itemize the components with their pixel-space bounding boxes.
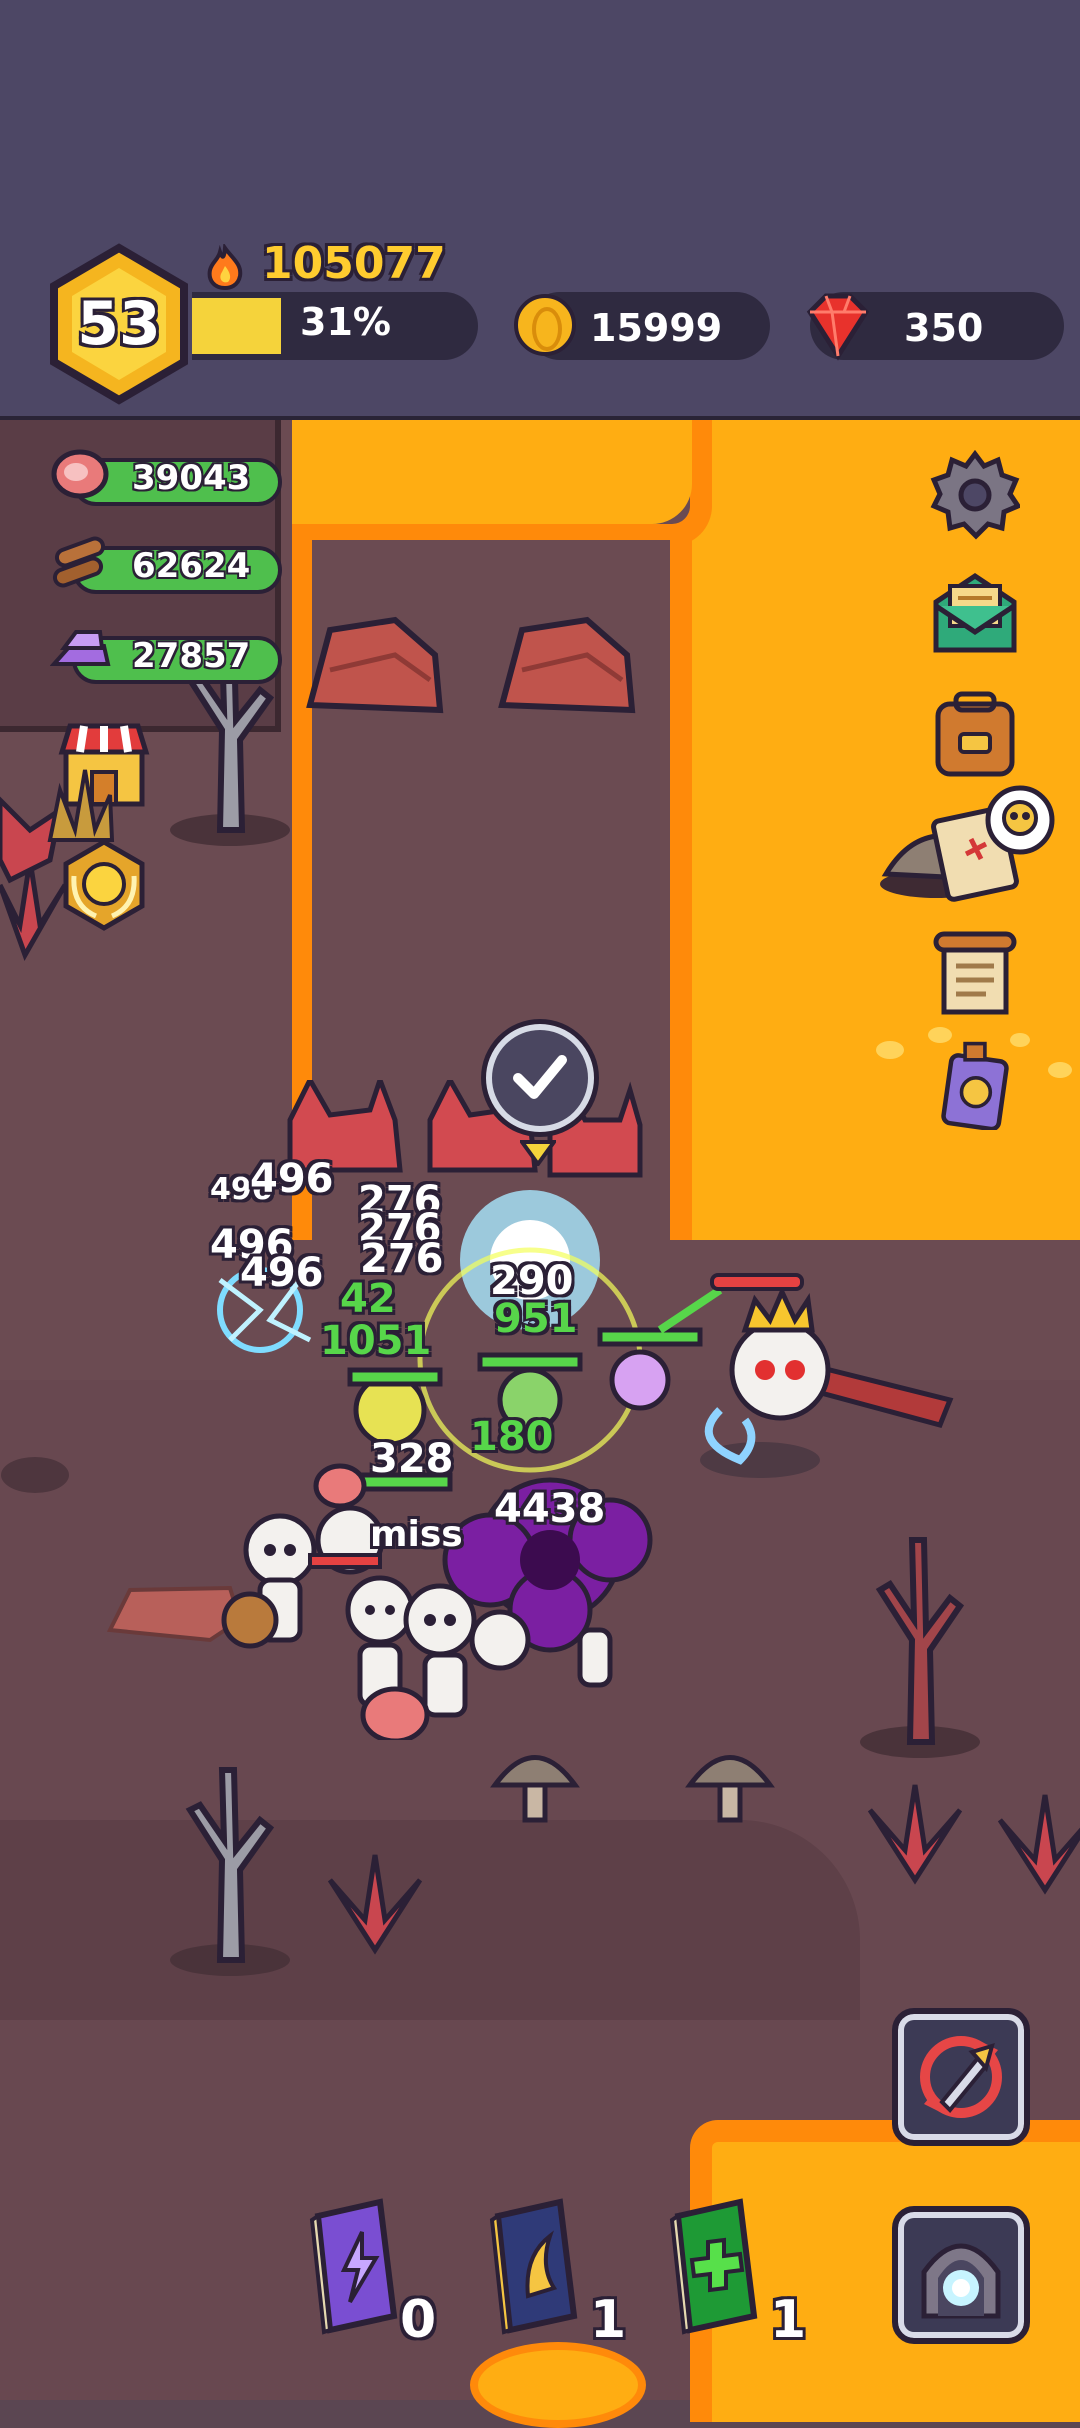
gear-icon[interactable]	[930, 450, 1020, 540]
crystal-value: 27857	[132, 636, 251, 676]
mushroom	[685, 1755, 775, 1823]
wood-icon	[52, 536, 106, 588]
dead-tree	[170, 1767, 290, 1976]
checkmark-icon	[513, 1055, 567, 1099]
crystal-ingot-icon	[50, 630, 111, 666]
laurel-badge-icon[interactable]	[56, 836, 152, 932]
lava-pool-small	[470, 2342, 646, 2428]
lightning-skill-book[interactable]	[304, 2196, 404, 2336]
red-rock	[306, 616, 444, 714]
power-value: 105077	[262, 238, 446, 289]
treasure-map-icon[interactable]	[876, 784, 1066, 904]
backpack-icon[interactable]	[930, 690, 1020, 780]
heal-book-count: 1	[770, 2290, 807, 2350]
wood-value: 62624	[132, 546, 251, 586]
dry-bush	[47, 769, 115, 842]
heal-skill-book[interactable]	[664, 2196, 764, 2336]
red-plant	[867, 1784, 963, 1885]
heal-number: 951	[494, 1296, 578, 1342]
heal-number: 1051	[320, 1318, 432, 1364]
damage-number: 496	[250, 1156, 334, 1202]
auto-battle-button[interactable]	[892, 2008, 1030, 2146]
portal-button[interactable]	[892, 2206, 1030, 2344]
wind-skill-book[interactable]	[484, 2196, 584, 2336]
dead-tree	[170, 637, 290, 846]
portal-icon	[921, 2243, 1001, 2319]
target-confirm-button[interactable]	[486, 1024, 594, 1132]
gem-value: 350	[904, 306, 984, 350]
damage-number: 496	[240, 1250, 324, 1296]
mushroom	[490, 1755, 580, 1823]
flat-stone	[1, 1457, 69, 1493]
auto-battle-icon	[920, 2036, 1002, 2118]
scroll-icon[interactable]	[930, 928, 1020, 1018]
target-pointer	[520, 1140, 556, 1166]
player-level: 53	[77, 289, 161, 359]
red-rock	[498, 616, 636, 714]
xp-percent: 31%	[300, 300, 391, 344]
damage-number: 328	[370, 1436, 454, 1482]
gold-coin-icon	[514, 294, 576, 356]
wind-book-count: 1	[590, 2290, 627, 2350]
mail-icon[interactable]	[930, 566, 1020, 656]
damage-number: 4438	[494, 1486, 606, 1532]
gold-value: 15999	[590, 306, 723, 350]
heal-number: 42	[340, 1276, 396, 1322]
gem-icon	[806, 293, 870, 361]
lightning-book-count: 0	[400, 2290, 437, 2350]
red-plant	[327, 1854, 423, 1955]
meat-value: 39043	[132, 458, 251, 498]
xp-fill	[192, 298, 281, 354]
card-icon[interactable]	[930, 1040, 1020, 1130]
red-plant	[997, 1794, 1080, 1895]
heal-number: 180	[470, 1414, 554, 1460]
flame-icon	[207, 244, 243, 290]
meat-icon	[51, 449, 109, 499]
miss-text: miss	[370, 1514, 463, 1555]
